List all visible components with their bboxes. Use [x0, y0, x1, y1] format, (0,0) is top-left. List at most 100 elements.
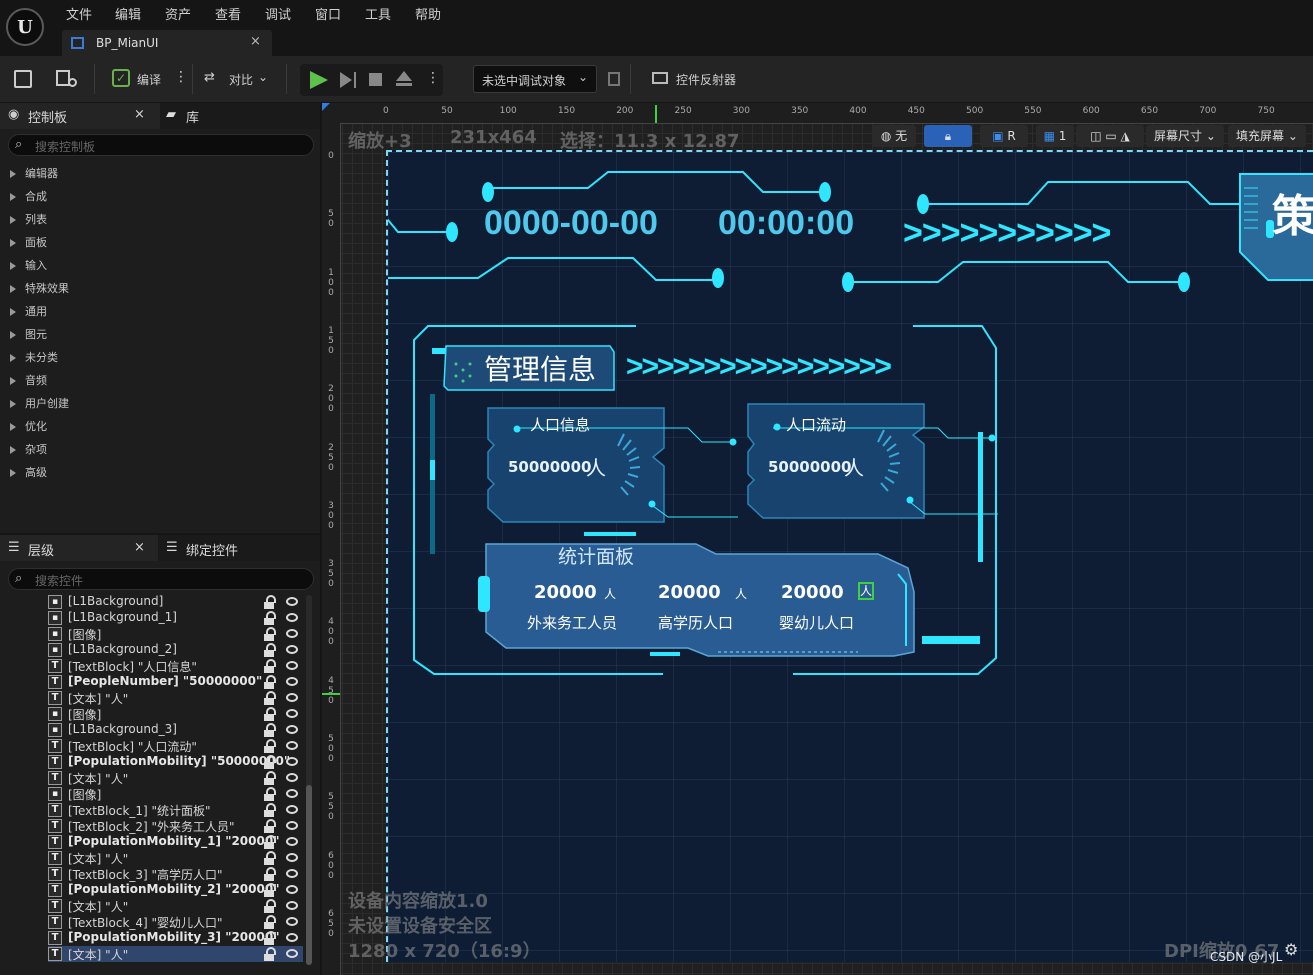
- grid-snap-button[interactable]: ▦ 1: [1036, 125, 1074, 147]
- visibility-eye-icon[interactable]: [286, 677, 298, 686]
- hierarchy-row[interactable]: T [PopulationMobility_2] "20000": [48, 882, 303, 898]
- visibility-eye-icon[interactable]: [286, 741, 298, 750]
- visibility-eye-icon[interactable]: [286, 693, 298, 702]
- hierarchy-search-input[interactable]: ⌕ 搜索控件: [8, 568, 314, 590]
- hierarchy-row[interactable]: T [文本] "人": [48, 770, 303, 786]
- palette-category[interactable]: 优化: [10, 418, 47, 434]
- palette-category[interactable]: 音频: [10, 372, 47, 388]
- close-panel-button[interactable]: ×: [134, 540, 145, 555]
- hierarchy-row[interactable]: T [TextBlock] "人口信息": [48, 658, 303, 674]
- visibility-eye-icon[interactable]: [286, 645, 298, 654]
- hierarchy-row[interactable]: T [PopulationMobility_3] "20000": [48, 930, 303, 946]
- palette-category[interactable]: 特殊效果: [10, 280, 69, 296]
- hierarchy-row[interactable]: ▪ [L1Background_3]: [48, 722, 303, 738]
- visibility-eye-icon[interactable]: [286, 789, 298, 798]
- diff-button[interactable]: 对比: [229, 71, 253, 88]
- visibility-eye-icon[interactable]: [286, 725, 298, 734]
- visibility-eye-icon[interactable]: [286, 805, 298, 814]
- screen-size-dropdown[interactable]: 屏幕尺寸 ⌄: [1146, 125, 1224, 147]
- hierarchy-row[interactable]: T [PeopleNumber] "50000000": [48, 674, 303, 690]
- menu-edit[interactable]: 编辑: [115, 4, 141, 23]
- visibility-eye-icon[interactable]: [286, 901, 298, 910]
- palette-category[interactable]: 列表: [10, 211, 47, 227]
- visibility-eye-icon[interactable]: [286, 821, 298, 830]
- visibility-eye-icon[interactable]: [286, 709, 298, 718]
- document-tab[interactable]: BP_MianUI ×: [62, 30, 272, 56]
- hierarchy-row[interactable]: T [PopulationMobility_1] "20000": [48, 834, 303, 850]
- hierarchy-row[interactable]: T [文本] "人": [48, 946, 303, 962]
- visibility-eye-icon[interactable]: [286, 917, 298, 926]
- menu-tools[interactable]: 工具: [365, 4, 391, 23]
- design-surface[interactable]: 0000-00-00 00:00:00 >>>>>>>>>>> 策 管理信息 >…: [386, 150, 1313, 962]
- hierarchy-row[interactable]: T [文本] "人": [48, 850, 303, 866]
- palette-category[interactable]: 图元: [10, 326, 47, 342]
- visibility-eye-icon[interactable]: [286, 613, 298, 622]
- palette-category[interactable]: 通用: [10, 303, 47, 319]
- hierarchy-row[interactable]: ▪ [图像]: [48, 626, 303, 642]
- visibility-eye-icon[interactable]: [286, 597, 298, 606]
- hierarchy-row[interactable]: T [TextBlock_3] "高学历人口": [48, 866, 303, 882]
- visibility-eye-icon[interactable]: [286, 933, 298, 942]
- palette-search-input[interactable]: ⌕ 搜索控制板: [8, 134, 314, 156]
- hierarchy-row[interactable]: T [TextBlock] "人口流动": [48, 738, 303, 754]
- visibility-eye-icon[interactable]: [286, 885, 298, 894]
- step-icon[interactable]: [340, 72, 352, 88]
- compile-check-icon[interactable]: ✓: [112, 69, 130, 87]
- stat-infants-unit[interactable]: 人: [858, 582, 874, 600]
- compile-button[interactable]: 编译: [137, 71, 161, 88]
- palette-category[interactable]: 杂项: [10, 441, 47, 457]
- hierarchy-row[interactable]: T [TextBlock_2] "外来务工人员": [48, 818, 303, 834]
- play-options-icon[interactable]: ⋮: [426, 70, 440, 86]
- hierarchy-row[interactable]: ▪ [图像]: [48, 706, 303, 722]
- hierarchy-row[interactable]: T [文本] "人": [48, 898, 303, 914]
- hierarchy-row[interactable]: T [TextBlock_4] "婴幼儿人口": [48, 914, 303, 930]
- menu-window[interactable]: 窗口: [315, 4, 341, 23]
- hierarchy-row[interactable]: T [TextBlock_1] "统计面板": [48, 802, 303, 818]
- unreal-logo-icon[interactable]: U: [6, 8, 44, 46]
- hierarchy-row[interactable]: ▪ [L1Background_1]: [48, 610, 303, 626]
- visibility-eye-icon[interactable]: [286, 629, 298, 638]
- dpi-settings-gear-icon[interactable]: ⚙: [1284, 940, 1298, 959]
- visibility-eye-icon[interactable]: [286, 773, 298, 782]
- compile-options-icon[interactable]: ⋮: [174, 69, 188, 85]
- visibility-eye-icon[interactable]: [286, 853, 298, 862]
- save-icon[interactable]: [14, 70, 32, 88]
- localization-preview-button[interactable]: ◍ 无: [872, 125, 916, 147]
- visibility-eye-icon[interactable]: [286, 757, 298, 766]
- hierarchy-row[interactable]: ▪ [图像]: [48, 786, 303, 802]
- menu-view[interactable]: 查看: [215, 4, 241, 23]
- fill-screen-dropdown[interactable]: 填充屏幕 ⌄: [1228, 125, 1306, 147]
- palette-category[interactable]: 用户创建: [10, 395, 69, 411]
- debug-object-select[interactable]: 未选中调试对象 ⌄: [473, 65, 597, 93]
- widget-reflector-button[interactable]: 控件反射器: [676, 71, 736, 88]
- debug-browse-icon[interactable]: [608, 72, 620, 86]
- menu-help[interactable]: 帮助: [415, 4, 441, 23]
- palette-category[interactable]: 未分类: [10, 349, 58, 365]
- close-panel-button[interactable]: ×: [134, 107, 145, 122]
- stop-icon[interactable]: [369, 73, 382, 86]
- visibility-eye-icon[interactable]: [286, 949, 298, 958]
- hierarchy-row[interactable]: T [文本] "人": [48, 690, 303, 706]
- play-icon[interactable]: [310, 71, 328, 89]
- preview-mode-buttons[interactable]: ◫ ▭ ◮: [1076, 125, 1144, 147]
- hierarchy-row[interactable]: ▪ [L1Background_2]: [48, 642, 303, 658]
- hierarchy-scrollbar-thumb[interactable]: [306, 785, 312, 965]
- library-tab[interactable]: [160, 103, 320, 129]
- palette-category[interactable]: 输入: [10, 257, 47, 273]
- hierarchy-row[interactable]: T [PopulationMobility] "50000000": [48, 754, 303, 770]
- hierarchy-row[interactable]: ▪ [L1Background]: [48, 594, 303, 610]
- palette-category[interactable]: 面板: [10, 234, 47, 250]
- close-tab-button[interactable]: ×: [250, 34, 261, 49]
- bind-widgets-tab[interactable]: [158, 535, 320, 561]
- respect-locks-button[interactable]: ▣ R: [980, 125, 1028, 147]
- menu-file[interactable]: 文件: [66, 4, 92, 23]
- visibility-eye-icon[interactable]: [286, 837, 298, 846]
- visibility-eye-icon[interactable]: [286, 661, 298, 670]
- palette-category[interactable]: 编辑器: [10, 165, 58, 181]
- lock-toggle-button[interactable]: 🔒︎: [924, 125, 972, 147]
- visibility-eye-icon[interactable]: [286, 869, 298, 878]
- menu-debug[interactable]: 调试: [265, 4, 291, 23]
- palette-category[interactable]: 合成: [10, 188, 47, 204]
- palette-category[interactable]: 高级: [10, 464, 47, 480]
- eject-icon[interactable]: [396, 71, 412, 81]
